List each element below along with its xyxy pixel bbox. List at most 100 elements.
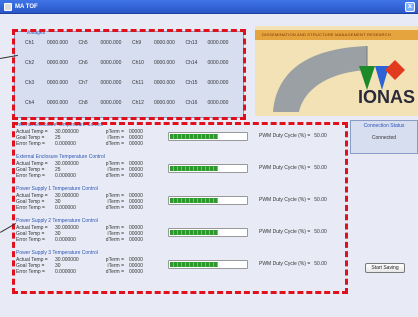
voltage-channel-label: Ch13	[185, 40, 198, 46]
duty-cycle-progress-fill	[170, 166, 218, 171]
temperature-section-title: External Enclosure Temperature Control	[16, 154, 105, 160]
voltage-cell: Ch4 0000.000	[25, 100, 79, 106]
connection-status-group: Connection Status Connected	[350, 120, 418, 154]
title-bar[interactable]: MA TOF x	[0, 0, 418, 14]
error-temp-value: 0.000000	[55, 173, 76, 179]
error-temp-value: 0.000000	[55, 269, 76, 275]
voltage-channel-value: 0000.000	[154, 40, 175, 46]
dterm-value: 00000	[129, 205, 143, 211]
voltage-channel-label: Ch11	[132, 80, 144, 86]
dterm-value: 00000	[129, 173, 143, 179]
voltage-channel-value: 0000.000	[47, 100, 68, 106]
voltage-channel-label: Ch2	[25, 60, 35, 66]
duty-cycle-readout: PWM Duty Cycle (%) = 50.00	[259, 197, 327, 203]
connection-status-caption: Connection Status	[363, 123, 405, 129]
duty-cycle-progress-fill	[170, 134, 218, 139]
voltage-channel-label: Ch8	[78, 100, 88, 106]
voltage-grid: Ch1 0000.000 Ch5 0000.000 Ch9 0000.000 Ch13 000…	[25, 40, 239, 106]
voltage-cell: Ch14 0000.000	[186, 60, 240, 66]
temperature-section-title: Power Supply 1 Temperature Control	[16, 186, 98, 192]
temperature-values: Actual Temp = 30.000000 pTerm = 00000 Goal T…	[16, 193, 166, 211]
voltage-cell: Ch8 0000.000	[79, 100, 133, 106]
error-temp-label: Error Temp =	[16, 237, 45, 243]
voltage-channel-label: Ch7	[78, 80, 88, 86]
duty-cycle-progress-bar	[168, 132, 248, 141]
duty-cycle-readout: PWM Duty Cycle (%) = 50.00	[259, 261, 327, 267]
temperature-row: Error Temp = 0.000000 dTerm = 00000	[16, 173, 166, 179]
error-temp-value: 0.000000	[55, 141, 76, 147]
error-temp-label: Error Temp =	[16, 141, 45, 147]
duty-cycle-value: 50.00	[314, 133, 327, 139]
duty-cycle-progress-fill	[170, 262, 218, 267]
temperature-section: Internal Enclosure Temperature Control Ac…	[14, 122, 344, 156]
dterm-label: dTerm =	[105, 237, 124, 243]
voltage-channel-label: Ch9	[132, 40, 142, 46]
duty-cycle-progress-fill	[170, 230, 218, 235]
voltage-channel-value: 0000.000	[207, 100, 229, 106]
voltage-channel-label: Ch10	[132, 60, 144, 66]
voltage-channel-value: 0000.000	[154, 60, 175, 66]
duty-cycle-label: PWM Duty Cycle (%) =	[259, 165, 311, 171]
voltage-channel-value: 0000.000	[47, 60, 68, 66]
voltage-channel-label: Ch4	[25, 100, 35, 106]
voltage-cell: Ch10 0000.000	[132, 60, 186, 66]
duty-cycle-progress-fill	[170, 198, 218, 203]
duty-cycle-progress-bar	[168, 164, 248, 173]
voltage-channel-value: 0000.000	[100, 40, 122, 46]
voltage-cell: Ch6 0000.000	[79, 60, 133, 66]
voltage-cell: Ch7 0000.000	[79, 80, 133, 86]
voltage-channel-value: 0000.000	[154, 80, 175, 86]
voltage-channel-label: Ch12	[132, 100, 144, 106]
voltage-cell: Ch1 0000.000	[25, 40, 79, 46]
duty-cycle-value: 50.00	[314, 165, 327, 171]
voltage-cell: Ch2 0000.000	[25, 60, 79, 66]
voltage-cell: Ch15 0000.000	[186, 80, 240, 86]
dterm-label: dTerm =	[105, 205, 124, 211]
temperature-row: Error Temp = 0.000000 dTerm = 00000	[16, 237, 166, 243]
voltage-cell: Ch13 0000.000	[186, 40, 240, 46]
temperature-section-title: Power Supply 2 Temperature Control	[16, 218, 98, 224]
dterm-value: 00000	[129, 237, 143, 243]
duty-cycle-progress-bar	[168, 228, 248, 237]
temperature-section: Power Supply 3 Temperature Control Actual…	[14, 250, 344, 284]
temperature-values: Actual Temp = 30.000000 pTerm = 00000 Goal T…	[16, 129, 166, 147]
voltage-channel-label: Ch16	[185, 100, 198, 106]
connection-status-value: Connected	[371, 135, 397, 141]
duty-cycle-label: PWM Duty Cycle (%) =	[259, 229, 311, 235]
duty-cycle-value: 50.00	[314, 261, 327, 267]
voltage-cell: Ch5 0000.000	[79, 40, 133, 46]
voltages-legend: Voltages	[25, 30, 47, 36]
voltage-channel-label: Ch5	[78, 40, 88, 46]
temperature-values: Actual Temp = 30.000000 pTerm = 00000 Goal T…	[16, 161, 166, 179]
duty-cycle-label: PWM Duty Cycle (%) =	[259, 197, 311, 203]
voltage-cell: Ch16 0000.000	[186, 100, 240, 106]
dterm-label: dTerm =	[105, 141, 124, 147]
dterm-value: 00000	[129, 141, 143, 147]
voltage-channel-value: 0000.000	[100, 60, 122, 66]
close-button[interactable]: x	[405, 2, 415, 12]
temperature-section: Power Supply 1 Temperature Control Actual…	[14, 186, 344, 220]
dterm-label: dTerm =	[105, 269, 124, 275]
temperature-section: Power Supply 2 Temperature Control Actual…	[14, 218, 344, 252]
voltage-channel-value: 0000.000	[207, 40, 229, 46]
temperature-row: Error Temp = 0.000000 dTerm = 00000	[16, 141, 166, 147]
voltage-channel-value: 0000.000	[47, 40, 68, 46]
temperature-section-title: Internal Enclosure Temperature Control	[16, 122, 104, 128]
dterm-value: 00000	[129, 269, 143, 275]
voltage-cell: Ch3 0000.000	[25, 80, 79, 86]
temperature-section-title: Power Supply 3 Temperature Control	[16, 250, 98, 256]
voltages-group: Voltages Ch1 0000.000 Ch5 0000.000 Ch9 0000.0…	[14, 30, 244, 118]
temperature-controls: Internal Enclosure Temperature Control Ac…	[14, 122, 344, 292]
start-saving-button[interactable]: Start Saving	[365, 263, 405, 273]
ionas-logo: DISSEMINATION AND STRUCTURE MANAGEMENT R…	[255, 26, 418, 116]
error-temp-label: Error Temp =	[16, 269, 45, 275]
voltage-channel-label: Ch3	[25, 80, 35, 86]
voltage-channel-label: Ch15	[185, 80, 198, 86]
duty-cycle-label: PWM Duty Cycle (%) =	[259, 261, 311, 267]
temperature-values: Actual Temp = 30.000000 pTerm = 00000 Goal T…	[16, 257, 166, 275]
temperature-section: External Enclosure Temperature Control Ac…	[14, 154, 344, 188]
voltage-cell: Ch12 0000.000	[132, 100, 186, 106]
duty-cycle-progress-bar	[168, 260, 248, 269]
voltage-channel-label: Ch6	[78, 60, 88, 66]
logo-brand: IONAS	[357, 87, 415, 107]
